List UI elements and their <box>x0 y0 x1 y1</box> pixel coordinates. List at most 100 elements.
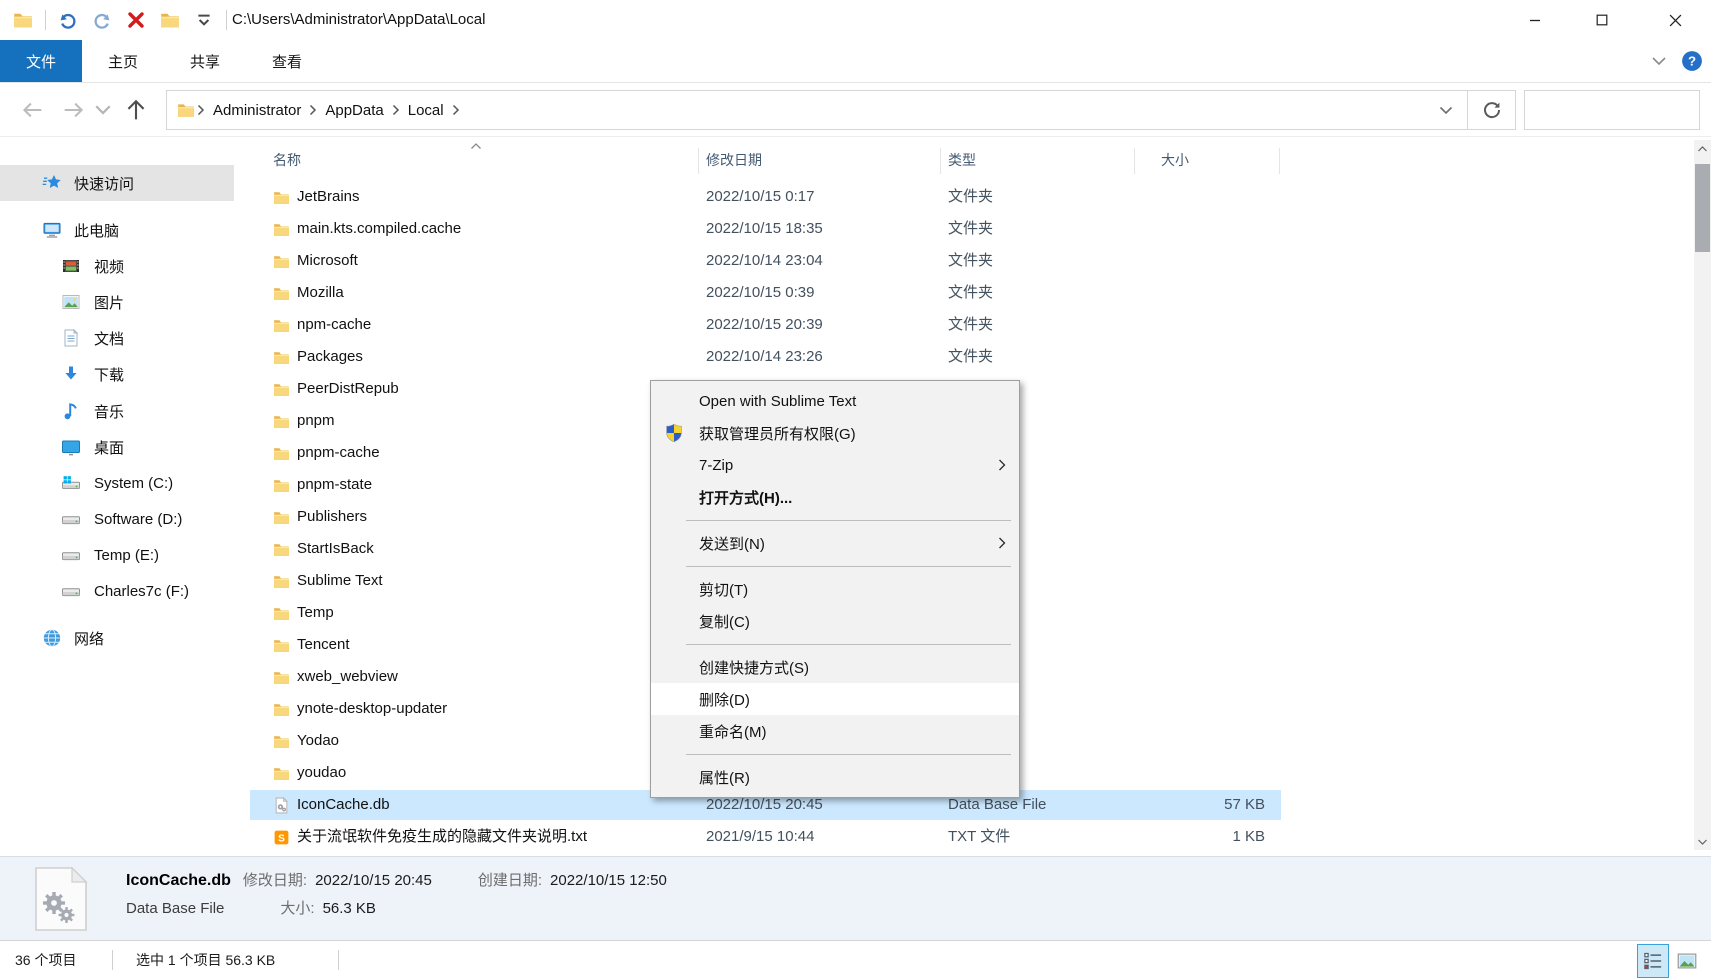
file-modified-date: 2021/9/15 10:44 <box>706 821 814 853</box>
forward-arrow-icon[interactable] <box>60 96 88 124</box>
menu-item-发送到-N[interactable]: 发送到(N) <box>651 527 1019 559</box>
table-row[interactable]: npm-cache2022/10/15 20:39文件夹 <box>234 309 1711 341</box>
sidebar-item-图片[interactable]: 图片 <box>0 284 234 320</box>
sidebar-item-音乐[interactable]: 音乐 <box>0 393 234 429</box>
file-name: pnpm <box>297 405 335 437</box>
file-name: Sublime Text <box>297 565 383 597</box>
maximize-button[interactable] <box>1579 0 1625 40</box>
details-view-button[interactable] <box>1637 944 1669 978</box>
column-header-name[interactable]: 名称 <box>273 140 301 180</box>
table-row[interactable]: S关于流氓软件免疫生成的隐藏文件夹说明.txt2021/9/15 10:44TX… <box>234 821 1711 853</box>
ribbon-right-controls: ? <box>1651 40 1703 82</box>
menu-item-属性-R[interactable]: 属性(R) <box>651 761 1019 793</box>
column-header-size[interactable]: 大小 <box>1161 140 1189 180</box>
table-row[interactable]: Packages2022/10/14 23:26文件夹 <box>234 341 1711 373</box>
file-type: 文件夹 <box>948 181 993 213</box>
context-menu: Open with Sublime Text获取管理员所有权限(G)7-Zip打… <box>650 380 1020 798</box>
uac-shield-icon <box>664 423 684 443</box>
toolbar-dropdown-button[interactable] <box>191 7 217 33</box>
thumbnails-view-button[interactable] <box>1675 944 1699 978</box>
file-name: npm-cache <box>297 309 371 341</box>
folder-icon <box>273 349 290 366</box>
file-size: 1 KB <box>1134 821 1265 853</box>
breadcrumb-segment[interactable]: AppData <box>319 102 389 119</box>
sidebar-item-桌面[interactable]: 桌面 <box>0 429 234 465</box>
search-box <box>1524 90 1700 130</box>
sidebar-item-label: Software (D:) <box>94 511 182 528</box>
sidebar-item-网络[interactable]: 网络 <box>0 620 234 656</box>
file-name: Packages <box>297 341 363 373</box>
tab-文件[interactable]: 文件 <box>0 40 82 82</box>
menu-item-7-Zip[interactable]: 7-Zip <box>651 449 1019 481</box>
column-divider[interactable] <box>698 148 699 174</box>
sidebar-item-Temp-E[interactable]: Temp (E:) <box>0 537 234 573</box>
sidebar-item-文档[interactable]: 文档 <box>0 320 234 356</box>
file-modified-date: 2022/10/15 20:39 <box>706 309 823 341</box>
folder-button[interactable] <box>10 7 36 33</box>
menu-item-Open-with-Sublime-Text[interactable]: Open with Sublime Text <box>651 385 1019 417</box>
status-divider <box>338 950 339 970</box>
address-bar[interactable]: Administrator AppData Local <box>166 90 1468 130</box>
sidebar-item-System-C[interactable]: System (C:) <box>0 465 234 501</box>
menu-item-删除-D[interactable]: 删除(D) <box>651 683 1019 715</box>
menu-separator <box>651 637 1019 651</box>
file-modified-date: 2022/10/15 18:35 <box>706 213 823 245</box>
breadcrumb-segment[interactable]: Administrator <box>207 102 307 119</box>
table-row[interactable]: main.kts.compiled.cache2022/10/15 18:35文… <box>234 213 1711 245</box>
file-type: 文件夹 <box>948 277 993 309</box>
sidebar-item-Charles7c-F[interactable]: Charles7c (F:) <box>0 573 234 609</box>
column-divider[interactable] <box>1279 148 1280 174</box>
menu-item-重命名-M[interactable]: 重命名(M) <box>651 715 1019 747</box>
ribbon-collapse-chevron-icon[interactable] <box>1651 56 1667 66</box>
table-row[interactable]: JetBrains2022/10/15 0:17文件夹 <box>234 181 1711 213</box>
menu-item-剪切-T[interactable]: 剪切(T) <box>651 573 1019 605</box>
scrollbar[interactable] <box>1694 140 1711 850</box>
search-input[interactable] <box>1525 91 1711 129</box>
redo-button[interactable] <box>89 7 115 33</box>
scrollbar-thumb[interactable] <box>1695 164 1710 252</box>
sidebar-item-此电脑[interactable]: 此电脑 <box>0 212 234 248</box>
refresh-button[interactable] <box>1468 90 1516 130</box>
column-header-type[interactable]: 类型 <box>948 140 976 180</box>
menu-item-打开方式-H[interactable]: 打开方式(H)... <box>651 481 1019 513</box>
tab-主页[interactable]: 主页 <box>82 40 164 82</box>
minimize-button[interactable] <box>1512 0 1558 40</box>
folder-icon <box>273 701 290 718</box>
column-divider[interactable] <box>940 148 941 174</box>
close-button[interactable] <box>1652 0 1698 40</box>
breadcrumb: Administrator AppData Local <box>167 91 1425 129</box>
help-icon[interactable]: ? <box>1681 50 1703 72</box>
refresh-icon <box>1482 100 1502 120</box>
folder-icon <box>273 317 290 334</box>
menu-separator <box>651 559 1019 573</box>
table-row[interactable]: Microsoft2022/10/14 23:04文件夹 <box>234 245 1711 277</box>
address-dropdown-button[interactable] <box>1425 91 1467 129</box>
tab-共享[interactable]: 共享 <box>164 40 246 82</box>
selection-info: 选中 1 个项目 56.3 KB <box>136 941 275 978</box>
sidebar-item-Software-D[interactable]: Software (D:) <box>0 501 234 537</box>
column-header-modified[interactable]: 修改日期 <box>706 140 762 180</box>
breadcrumb-segment[interactable]: Local <box>402 102 450 119</box>
details-line-1: IconCache.db 修改日期: 2022/10/15 20:45 创建日期… <box>126 869 667 890</box>
recent-locations-chevron-icon[interactable] <box>94 96 112 124</box>
documents-icon <box>61 328 81 348</box>
tab-查看[interactable]: 查看 <box>246 40 328 82</box>
back-arrow-icon[interactable] <box>18 96 46 124</box>
undo-button[interactable] <box>55 7 81 33</box>
scroll-down-arrow-icon[interactable] <box>1694 833 1711 850</box>
menu-item-获取管理员所有权限-G[interactable]: 获取管理员所有权限(G) <box>651 417 1019 449</box>
sidebar-item-下载[interactable]: 下载 <box>0 356 234 392</box>
table-row[interactable]: Mozilla2022/10/15 0:39文件夹 <box>234 277 1711 309</box>
menu-item-创建快捷方式-S[interactable]: 创建快捷方式(S) <box>651 651 1019 683</box>
toolbar-dropdown-icon <box>194 10 214 30</box>
sidebar-item-视频[interactable]: 视频 <box>0 248 234 284</box>
delete-red-button[interactable] <box>123 7 149 33</box>
up-arrow-icon[interactable] <box>122 96 150 124</box>
column-divider[interactable] <box>1134 148 1135 174</box>
scroll-up-arrow-icon[interactable] <box>1694 140 1711 157</box>
close-icon <box>1669 14 1682 27</box>
folder-button[interactable] <box>157 7 183 33</box>
sidebar-item-快速访问[interactable]: 快速访问 <box>0 165 234 201</box>
pictures-icon <box>61 292 81 312</box>
menu-item-复制-C[interactable]: 复制(C) <box>651 605 1019 637</box>
